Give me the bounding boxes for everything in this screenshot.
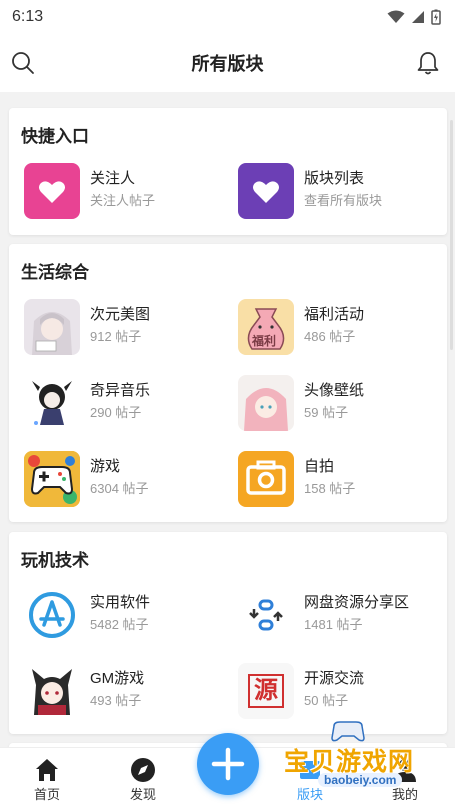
tab-label: 首页 xyxy=(33,787,60,802)
item-name: 自拍 xyxy=(304,458,335,475)
link-icon xyxy=(249,599,283,631)
cloud-share-thumb xyxy=(238,587,294,643)
section-title: 生活综合 xyxy=(21,263,89,282)
item-sub: 6304 帖子 xyxy=(90,481,149,496)
item-sub: 关注人帖子 xyxy=(90,193,156,208)
tab-home[interactable]: 首页 xyxy=(12,748,82,809)
item-sub: 5482 帖子 xyxy=(90,617,149,632)
item-name: 关注人 xyxy=(90,170,136,187)
avatar-wallpaper-thumb xyxy=(238,375,294,431)
board-item-games[interactable]: 游戏 6304 帖子 xyxy=(24,451,224,511)
item-name: 开源交流 xyxy=(304,670,365,687)
app-header: 所有版块 xyxy=(0,34,455,92)
selfie-thumb xyxy=(238,451,294,507)
status-bar: 6:13 xyxy=(0,0,455,34)
item-sub: 486 帖子 xyxy=(304,329,356,344)
board-item-welfare[interactable]: 福利 福利活动 486 帖子 xyxy=(238,299,438,359)
gamepad-icon xyxy=(331,721,365,742)
section-title: 玩机技术 xyxy=(21,551,89,570)
quick-access-card: 快捷入口 关注人 关注人帖子 版块列表 查看所有版块 xyxy=(9,108,447,235)
item-name: GM游戏 xyxy=(90,670,145,687)
plus-icon xyxy=(211,747,245,781)
board-item-avatar-wallpaper[interactable]: 头像壁纸 59 帖子 xyxy=(238,375,438,435)
board-item-gm-games[interactable]: GM游戏 493 帖子 xyxy=(24,663,224,723)
wifi-icon xyxy=(387,10,405,23)
open-source-thumb: 源 xyxy=(238,663,294,719)
watermark-url: baobeiy.com xyxy=(318,773,403,787)
page-title: 所有版块 xyxy=(191,54,264,74)
home-icon xyxy=(36,759,58,781)
tab-discover[interactable]: 发现 xyxy=(108,748,178,809)
signal-icon xyxy=(412,11,424,23)
compass-icon xyxy=(131,758,155,782)
music-thumb xyxy=(24,375,80,431)
board-item-selfie[interactable]: 自拍 158 帖子 xyxy=(238,451,438,511)
following-thumb xyxy=(24,163,80,219)
item-name: 实用软件 xyxy=(90,594,151,611)
item-sub: 290 帖子 xyxy=(90,405,142,420)
item-name: 奇异音乐 xyxy=(90,382,151,399)
camera-icon xyxy=(246,460,286,495)
item-name: 福利活动 xyxy=(304,306,365,323)
anime-art-thumb xyxy=(24,299,80,355)
board-item-anime-art[interactable]: 次元美图 912 帖子 xyxy=(24,299,224,359)
life-section-card: 生活综合 次元美图 912 帖子 福利 福利活动 486 帖子 奇异音乐 290… xyxy=(9,244,447,522)
heart-icon xyxy=(253,181,279,203)
open-source-thumb-text: 源 xyxy=(248,674,284,708)
gm-games-thumb xyxy=(24,663,80,719)
status-time: 6:13 xyxy=(12,8,44,25)
battery-icon xyxy=(431,9,441,25)
item-name: 次元美图 xyxy=(90,306,151,323)
board-item-useful-software[interactable]: 实用软件 5482 帖子 xyxy=(24,587,224,647)
item-sub: 59 帖子 xyxy=(304,405,349,420)
board-item-cloud-share[interactable]: 网盘资源分享区 1481 帖子 xyxy=(238,587,438,647)
item-name: 游戏 xyxy=(90,458,121,475)
section-title: 快捷入口 xyxy=(21,127,89,146)
app-store-icon xyxy=(29,592,75,638)
tech-section-card: 玩机技术 实用软件 5482 帖子 网盘资源分享区 1481 帖子 GM游戏 4… xyxy=(9,532,447,734)
item-sub: 查看所有版块 xyxy=(304,193,383,208)
watermark: 宝贝游戏网 baobeiy.com xyxy=(280,720,450,805)
welfare-thumb: 福利 xyxy=(238,299,294,355)
tab-label: 发现 xyxy=(129,787,156,802)
bell-icon[interactable] xyxy=(415,50,441,76)
item-name: 版块列表 xyxy=(304,170,365,187)
board-item-music[interactable]: 奇异音乐 290 帖子 xyxy=(24,375,224,435)
item-name: 头像壁纸 xyxy=(304,382,365,399)
welfare-thumb-text: 福利 xyxy=(252,334,277,348)
item-sub: 1481 帖子 xyxy=(304,617,363,632)
item-sub: 158 帖子 xyxy=(304,481,356,496)
status-icons xyxy=(387,9,441,25)
heart-icon xyxy=(39,181,65,203)
scrollbar[interactable] xyxy=(450,120,453,350)
item-name: 网盘资源分享区 xyxy=(304,594,410,611)
board-list-thumb xyxy=(238,163,294,219)
board-item-open-source[interactable]: 源 开源交流 50 帖子 xyxy=(238,663,438,723)
quick-item-board-list[interactable]: 版块列表 查看所有版块 xyxy=(238,163,438,223)
board-list: 快捷入口 关注人 关注人帖子 版块列表 查看所有版块 生活综合 次元美图 912… xyxy=(0,92,455,747)
item-sub: 912 帖子 xyxy=(90,329,142,344)
quick-item-following[interactable]: 关注人 关注人帖子 xyxy=(24,163,224,223)
item-sub: 493 帖子 xyxy=(90,693,142,708)
search-icon[interactable] xyxy=(10,50,36,76)
useful-software-thumb xyxy=(24,587,80,643)
item-sub: 50 帖子 xyxy=(304,693,349,708)
games-thumb xyxy=(24,451,80,507)
create-post-button[interactable] xyxy=(197,733,259,795)
